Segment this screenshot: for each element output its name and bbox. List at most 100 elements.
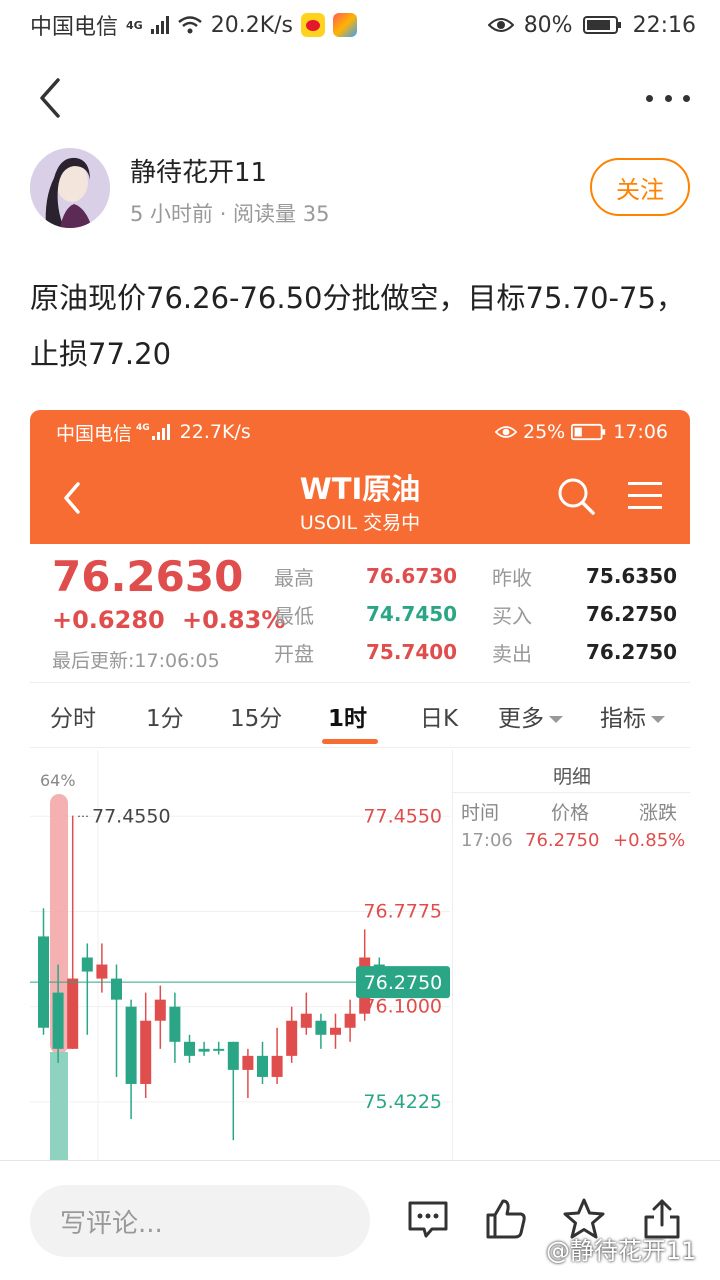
image-status-bar: 中国电信 4G 22.7K/s 25% 17:06 [30,410,690,454]
image-battery-icon [571,423,606,441]
bid-value: 76.2750 [586,602,678,626]
weibo-app-icon [301,13,325,37]
y-axis-tick-label: 76.7775 [363,900,442,922]
speed-label: 20.2K/s [210,12,293,38]
candle-body [169,1006,181,1042]
candle-body [96,964,108,979]
image-network-label: 4G [136,423,150,433]
post-image[interactable]: 中国电信 4G 22.7K/s 25% 17:06 WTI原油 USOIL 交易… [30,410,690,1160]
tab-daily-k[interactable]: 日K [420,699,458,733]
detail-panel: 明细 时间 价格 涨跌 17:06 76.2750 +0.85% [452,750,690,1160]
image-battery-percent: 25% [523,421,566,443]
bottom-bar: 写评论... @静待花开11 [0,1160,720,1280]
price-change: +0.6280 [52,606,165,634]
tab-15min[interactable]: 15分 [230,699,282,733]
post-body: 原油现价76.26-76.50分批做空，目标75.70-75，止损77.20 [30,281,685,371]
detail-row-price: 76.2750 [525,830,600,851]
quote-panel: 76.2630 +0.6280 +0.83% 最后更新:17:06:05 最高 … [30,544,690,680]
candle-body [242,1055,254,1070]
candle-body [227,1041,239,1070]
app-store-icon [333,13,357,37]
battery-icon [582,16,621,34]
candle-body [300,1013,312,1028]
tab-1hour[interactable]: 1时 [328,699,367,733]
post-meta: 5 小时前 · 阅读量 35 [130,202,330,226]
tab-indicators[interactable]: 指标 [600,699,666,733]
carrier-label: 中国电信 [30,15,119,40]
detail-title: 明细 [552,766,591,788]
candlestick-chart-area: 64% 77.4550 77.4550 76.7775 76.1000 75.4225 76… [30,750,690,1160]
last-updated: 最后更新:17:06:05 [52,650,220,672]
candle-body [140,1020,152,1084]
image-speed-label: 22.7K/s [179,421,251,443]
status-bar: 中国电信 4G 20.2K/s 80% 22:16 [0,0,720,50]
volume-bars [50,794,68,1160]
high-label: 最高 [274,566,314,590]
tab-1min[interactable]: 1分 [146,699,184,733]
candle-body [52,992,64,1049]
candle-body [286,1020,298,1056]
image-carrier-label: 中国电信 [56,422,133,445]
candle-body [67,978,79,1049]
current-price-label: 76.2750 [364,972,443,994]
top-nav [0,60,720,140]
follow-button[interactable]: 关注 [590,158,690,216]
tab-more-label: 更多 [498,706,544,732]
detail-row-change: +0.85% [613,830,686,851]
wifi-icon [177,16,202,34]
y-axis-tick-label: 76.1000 [363,996,442,1018]
avatar[interactable] [30,148,110,228]
candle-body [315,1020,327,1035]
open-value: 75.7400 [366,640,458,664]
volume-bar-down [50,1052,68,1160]
high-value: 76.6730 [366,564,458,588]
more-options-icon[interactable] [646,78,690,118]
bid-label: 买入 [492,604,532,628]
candle-body [271,1055,283,1077]
price-change-percent: +0.83% [182,606,286,634]
menu-icon[interactable] [628,480,662,512]
signal-icon [150,16,169,34]
candles [38,815,385,1141]
ask-label: 卖出 [492,642,532,666]
last-price: 76.2630 [52,552,244,601]
tab-indicators-label: 指标 [600,706,646,732]
prev-close-label: 昨收 [492,566,532,590]
prev-close-value: 75.6350 [586,564,678,588]
candle-body [330,1027,341,1035]
candle-body [198,1048,210,1052]
chart-labels: 64% 77.4550 77.4550 76.7775 76.1000 75.4225 76… [30,771,450,1113]
low-label: 最低 [274,604,314,628]
candle-body [81,957,93,972]
period-tabs: 分时 1分 15分 1时 日K 更多 指标 [30,682,690,748]
chevron-down-icon [651,715,665,723]
network-label: 4G [126,19,143,32]
candle-body [257,1055,268,1077]
image-eye-icon [495,426,517,438]
candle-body [125,1006,137,1084]
battery-percent: 80% [523,12,573,38]
candle-body [184,1041,195,1056]
detail-divider [453,792,690,793]
active-tab-indicator [322,739,378,744]
back-arrow-icon[interactable] [30,76,74,120]
author-name[interactable]: 静待花开11 [130,152,267,189]
detail-row-time: 17:06 [461,830,513,851]
search-icon[interactable] [556,476,596,516]
weibo-watermark: @静待花开11 [546,1237,697,1265]
clock: 22:16 [632,12,696,38]
author-header: 静待花开11 5 小时前 · 阅读量 35 关注 [30,146,690,230]
ask-value: 76.2750 [586,640,678,664]
image-signal-icon [151,424,170,440]
comment-input[interactable]: 写评论... [30,1185,370,1257]
detail-col-time: 时间 [461,802,500,824]
like-icon[interactable] [484,1197,528,1241]
candle-body [344,1013,356,1028]
y-axis-tick-label: 75.4225 [363,1091,442,1113]
eye-icon [487,18,514,32]
comment-icon[interactable] [406,1197,450,1241]
tab-more[interactable]: 更多 [498,699,564,733]
tab-timeshare[interactable]: 分时 [50,699,96,733]
chevron-down-icon [549,715,563,723]
open-label: 开盘 [274,642,314,666]
